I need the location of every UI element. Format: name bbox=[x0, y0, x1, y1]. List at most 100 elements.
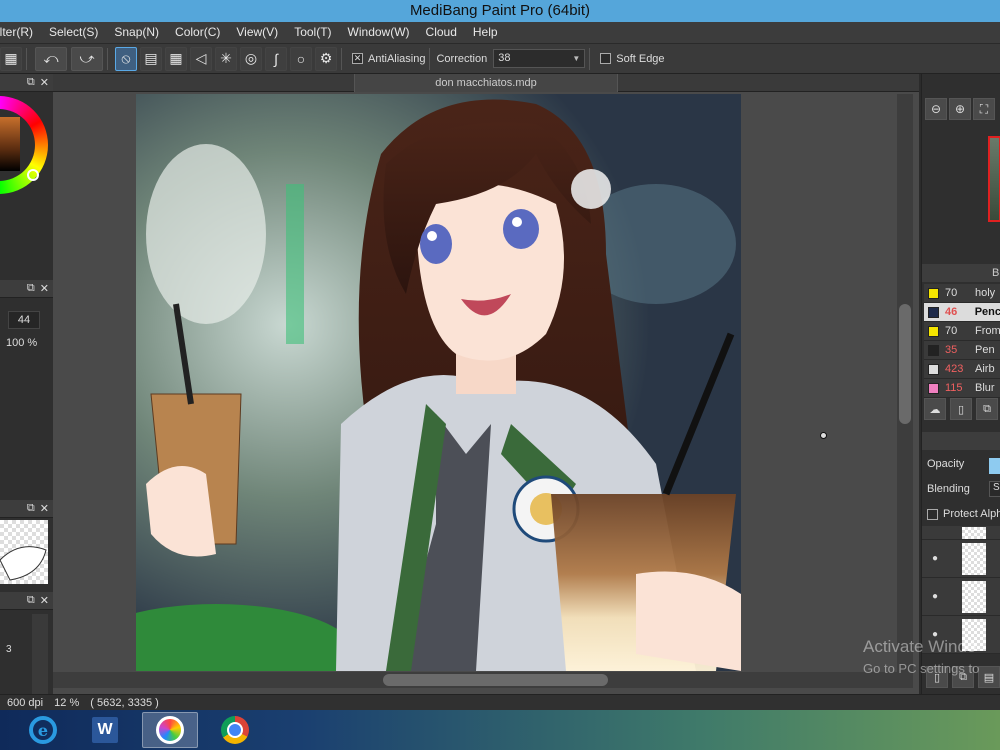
close-icon[interactable]: ✕ bbox=[40, 282, 49, 295]
snap-off-button[interactable]: ⦸ bbox=[115, 46, 137, 71]
navigator-preview[interactable] bbox=[988, 136, 1000, 222]
menu-tool[interactable]: Tool(T) bbox=[286, 22, 339, 43]
brush-stroke-preview bbox=[0, 546, 47, 581]
menu-help[interactable]: Help bbox=[465, 22, 506, 43]
vertical-scroll-thumb[interactable] bbox=[899, 304, 911, 424]
left-panel: ⧉ ✕ ⧉ ✕ 44 100 % ⧉ ✕ ⧉ ✕ 3 bbox=[0, 74, 53, 694]
menu-color[interactable]: Color(C) bbox=[167, 22, 228, 43]
brush-preview-panel-header: ⧉ ✕ bbox=[0, 500, 53, 518]
layer-row[interactable]: ● bbox=[922, 578, 1000, 616]
layer-opacity-label: Opacity bbox=[927, 458, 965, 470]
antialiasing-checkbox[interactable]: ✕ bbox=[352, 53, 363, 64]
layer-row[interactable]: ● bbox=[922, 540, 1000, 578]
cloud-brush-button[interactable]: ☁ bbox=[924, 398, 946, 420]
softedge-toggle[interactable]: Soft Edge bbox=[600, 53, 665, 65]
brush-size: 423 bbox=[945, 363, 964, 375]
layer-blending-select[interactable]: S bbox=[989, 481, 1000, 497]
menu-bar: ilter(R) Select(S) Snap(N) Color(C) View… bbox=[0, 22, 1000, 43]
zoom-in-button[interactable]: ⊕ bbox=[949, 98, 971, 120]
perspective-snap-button[interactable]: ◁ bbox=[190, 46, 212, 71]
menu-view[interactable]: View(V) bbox=[228, 22, 286, 43]
correction-label: Correction bbox=[436, 52, 488, 65]
menu-select[interactable]: Select(S) bbox=[41, 22, 106, 43]
concentric-snap-button[interactable]: ◎ bbox=[240, 46, 262, 71]
layer-opacity-slider[interactable] bbox=[989, 458, 1000, 474]
brush-name: Blur bbox=[975, 382, 995, 394]
popout-icon[interactable]: ⧉ bbox=[27, 594, 35, 607]
menu-window[interactable]: Window(W) bbox=[340, 22, 418, 43]
grid-snap-button[interactable]: ▦ bbox=[165, 46, 187, 71]
menu-filter[interactable]: ilter(R) bbox=[0, 22, 41, 43]
parallel-lines-icon: ▤ bbox=[144, 50, 158, 66]
duplicate-icon: ⧉ bbox=[983, 402, 991, 415]
taskbar-chrome[interactable] bbox=[210, 712, 260, 748]
brush-color-swatch bbox=[928, 306, 939, 318]
left-panel-scrollbar[interactable] bbox=[32, 614, 48, 694]
document-tab[interactable]: don macchiatos.mdp bbox=[354, 74, 618, 92]
popout-icon[interactable]: ⧉ bbox=[27, 76, 35, 89]
correction-select[interactable]: 38 ▼ bbox=[493, 49, 586, 68]
gear-icon: ⚙ bbox=[319, 50, 333, 66]
layer-thumbnail bbox=[962, 542, 986, 575]
undo-button[interactable]: ⤺ bbox=[35, 46, 67, 71]
canvas-vertical-scrollbar[interactable] bbox=[897, 94, 913, 672]
circle-snap-button[interactable]: ○ bbox=[290, 46, 312, 71]
close-icon[interactable]: ✕ bbox=[40, 76, 49, 89]
softedge-checkbox[interactable] bbox=[600, 53, 612, 64]
toolbar-divider bbox=[341, 47, 342, 70]
brush-color-swatch bbox=[928, 344, 939, 356]
brush-item[interactable]: 70 From bbox=[924, 322, 1000, 341]
activate-windows-subtitle: Go to PC settings to bbox=[863, 661, 980, 676]
brush-name: Airb bbox=[975, 363, 995, 375]
menu-snap[interactable]: Snap(N) bbox=[106, 22, 167, 43]
popout-icon[interactable]: ⧉ bbox=[27, 502, 35, 515]
taskbar-internet-explorer[interactable]: e bbox=[18, 712, 68, 748]
protect-alpha-checkbox[interactable] bbox=[927, 508, 938, 520]
new-document-icon: ▯ bbox=[957, 403, 965, 416]
antialiasing-toggle[interactable]: ✕ AntiAliasing bbox=[352, 53, 425, 65]
concentric-icon: ◎ bbox=[244, 50, 258, 66]
eye-icon[interactable]: ● bbox=[922, 591, 948, 602]
brush-item[interactable]: 35 Pen bbox=[924, 341, 1000, 360]
radial-snap-button[interactable]: ✳ bbox=[215, 46, 237, 71]
close-icon[interactable]: ✕ bbox=[40, 502, 49, 515]
taskbar-word[interactable]: W bbox=[80, 712, 130, 748]
curve-snap-button[interactable]: ∫ bbox=[265, 46, 287, 71]
brush-item[interactable]: 423 Airb bbox=[924, 360, 1000, 379]
new-brush-button[interactable]: ▯ bbox=[950, 398, 972, 420]
canvas-horizontal-scrollbar[interactable] bbox=[53, 672, 913, 688]
duplicate-brush-button[interactable]: ⧉ bbox=[976, 398, 998, 420]
protect-alpha-toggle[interactable]: Protect Alph bbox=[927, 508, 1000, 520]
windows-taskbar: e W bbox=[0, 710, 1000, 750]
brush-item[interactable]: 46 Penc bbox=[924, 303, 1000, 322]
chrome-icon bbox=[221, 716, 249, 744]
layer-menu-button[interactable]: ▤ bbox=[978, 666, 1000, 688]
brush-size-input[interactable]: 44 bbox=[8, 311, 40, 329]
grid-menu-icon[interactable]: ▦ bbox=[0, 46, 22, 71]
brush-name: From bbox=[975, 325, 1000, 337]
toolbar-divider bbox=[26, 47, 27, 70]
menu-cloud[interactable]: Cloud bbox=[418, 22, 465, 43]
fit-view-button[interactable]: ⛶ bbox=[973, 98, 995, 120]
status-bar: 600 dpi 12 % ( 5632, 3335 ) bbox=[0, 694, 1000, 710]
right-panel: ⊖ ⊕ ⛶ Br 70 holy 46 Penc 70 From 35 Pen 423 Airb 1… bbox=[921, 74, 1000, 694]
brush-color-swatch bbox=[928, 363, 939, 375]
taskbar-medibang[interactable] bbox=[142, 712, 198, 748]
popout-icon[interactable]: ⧉ bbox=[27, 282, 35, 295]
app-window: MediBang Paint Pro (64bit) ilter(R) Sele… bbox=[0, 0, 1000, 750]
brush-color-swatch bbox=[928, 382, 939, 394]
brush-item[interactable]: 115 Blur bbox=[924, 379, 1000, 398]
brush-name: holy bbox=[975, 287, 996, 299]
snap-settings-button[interactable]: ⚙ bbox=[315, 46, 337, 71]
color-square[interactable] bbox=[0, 117, 20, 171]
artwork-canvas[interactable] bbox=[136, 94, 741, 671]
layer-row[interactable] bbox=[922, 526, 1000, 540]
zoom-out-button[interactable]: ⊖ bbox=[925, 98, 947, 120]
eye-icon[interactable]: ● bbox=[922, 553, 948, 564]
hue-marker[interactable] bbox=[27, 169, 39, 181]
horizontal-scroll-thumb[interactable] bbox=[383, 674, 608, 686]
brush-item[interactable]: 70 holy bbox=[924, 284, 1000, 303]
redo-button[interactable]: ⤻ bbox=[71, 46, 103, 71]
parallel-snap-button[interactable]: ▤ bbox=[140, 46, 162, 71]
close-icon[interactable]: ✕ bbox=[40, 594, 49, 607]
